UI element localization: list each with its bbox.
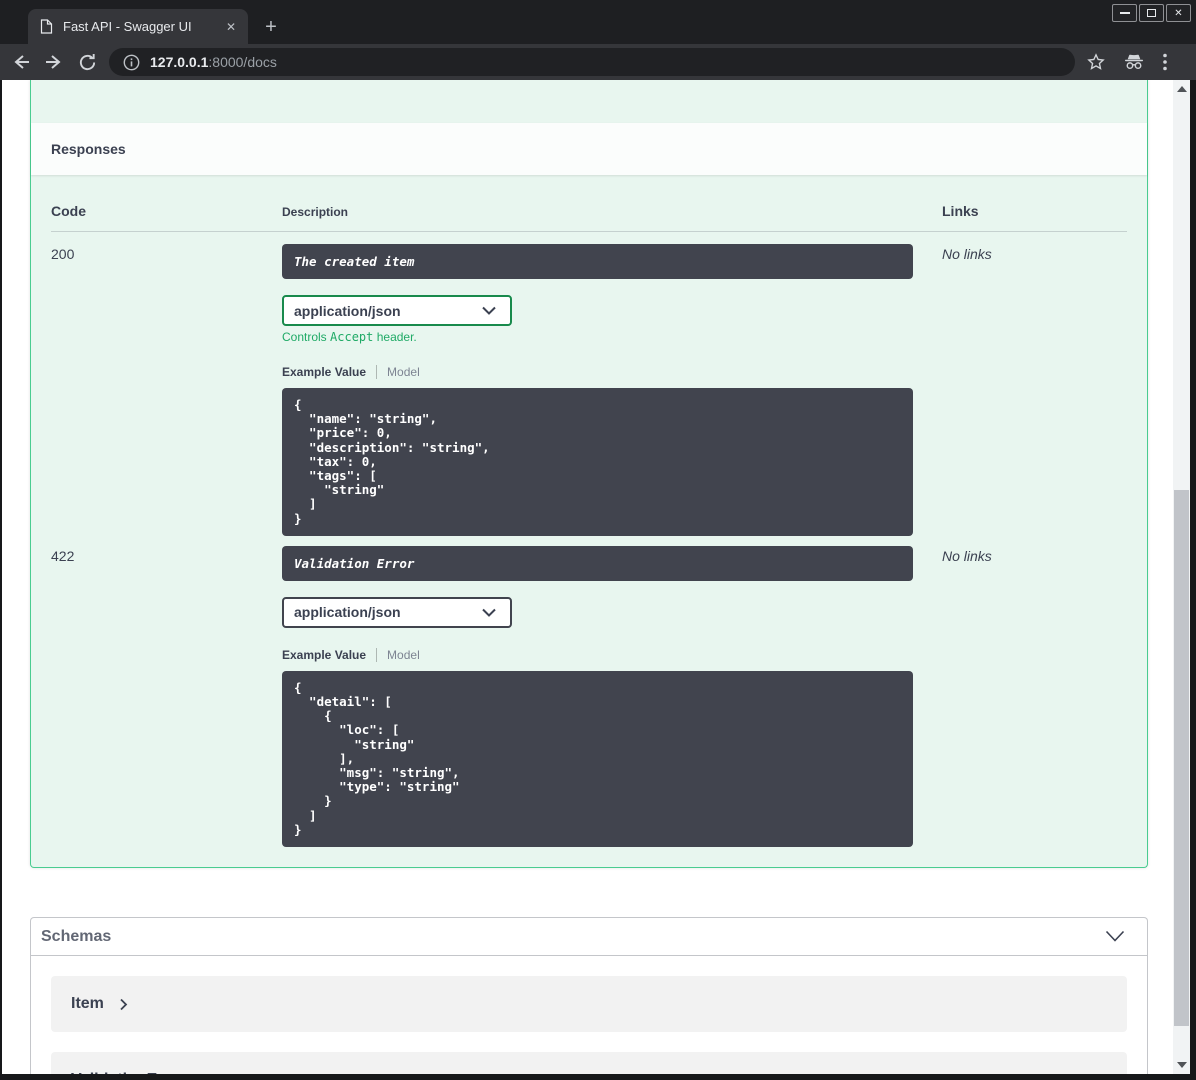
response-description: Validation Error: [282, 545, 913, 581]
url-bar[interactable]: 127.0.0.1:8000/docs: [109, 48, 1075, 76]
description-column-header: Description: [282, 205, 349, 219]
scrollbar-thumb[interactable]: [1174, 490, 1189, 1026]
code-column-header: Code: [51, 203, 86, 219]
browser-tab[interactable]: Fast API - Swagger UI ✕: [28, 9, 248, 44]
responses-title: Responses: [51, 141, 126, 157]
browser-tab-bar: Fast API - Swagger UI ✕ + ✕: [0, 0, 1196, 44]
content-type-value: application/json: [294, 604, 401, 621]
schemas-header[interactable]: Schemas: [31, 918, 1147, 957]
document-icon: [40, 19, 53, 34]
minimize-icon: [1119, 12, 1130, 14]
response-links: No links: [942, 246, 992, 262]
tab-model[interactable]: Model: [387, 365, 420, 379]
responses-table-header: Code Description Links: [51, 195, 1127, 232]
tab-example-value[interactable]: Example Value: [282, 648, 366, 662]
maximize-icon: [1147, 9, 1156, 17]
schemas-section: Schemas Item ValidationError: [30, 917, 1148, 1074]
tab-close-icon[interactable]: ✕: [222, 18, 240, 36]
example-json-block: { "name": "string", "price": 0, "descrip…: [282, 388, 913, 536]
browser-toolbar: 127.0.0.1:8000/docs: [0, 44, 1196, 80]
tab-divider: [376, 647, 378, 662]
chevron-right-icon: [120, 998, 128, 1011]
content-type-select[interactable]: application/json: [282, 596, 512, 628]
reload-button[interactable]: [75, 50, 99, 74]
model-validationerror[interactable]: ValidationError: [51, 1052, 1127, 1074]
maximize-button[interactable]: [1139, 4, 1164, 22]
new-tab-button[interactable]: +: [258, 14, 284, 40]
back-button[interactable]: [9, 50, 33, 74]
content-type-value: application/json: [294, 302, 401, 319]
page-content: Responses Code Description Links 200 The…: [2, 80, 1190, 1074]
close-button[interactable]: ✕: [1166, 4, 1191, 22]
url-host: 127.0.0.1: [150, 54, 209, 70]
tab-example-value[interactable]: Example Value: [282, 365, 366, 379]
response-row-422: 422 Validation Error application/json Ex…: [51, 545, 1127, 848]
model-label: Item: [71, 995, 104, 1013]
chevron-down-icon: [482, 306, 496, 315]
site-info-icon[interactable]: [123, 54, 140, 71]
chevron-down-icon: [482, 608, 496, 617]
forward-button[interactable]: [42, 50, 66, 74]
chevron-down-icon[interactable]: [1105, 930, 1125, 943]
tab-title: Fast API - Swagger UI: [63, 19, 192, 34]
example-model-tabs: Example Value Model: [282, 647, 942, 662]
response-description-cell: Validation Error application/json Exampl…: [282, 545, 942, 848]
page-scrollbar[interactable]: [1173, 80, 1190, 1074]
controls-accept-note: Controls Accept header.: [282, 330, 942, 344]
url-path: :8000/docs: [208, 54, 277, 70]
responses-table: Code Description Links 200 The created i…: [31, 175, 1147, 867]
response-code: 422: [51, 547, 75, 564]
response-code: 200: [51, 246, 75, 262]
response-links: No links: [942, 547, 992, 564]
accept-note-suffix: header.: [373, 330, 417, 344]
opblock-body-spacer: [31, 80, 1147, 123]
toolbar-right: [1087, 53, 1167, 71]
incognito-icon: [1123, 53, 1145, 71]
response-description-cell: The created item application/json Contro…: [282, 244, 942, 536]
url-text: 127.0.0.1:8000/docs: [150, 54, 277, 70]
example-model-tabs: Example Value Model: [282, 365, 942, 379]
minimize-button[interactable]: [1112, 4, 1137, 22]
accept-note-prefix: Controls: [282, 330, 331, 344]
browser-menu-icon[interactable]: [1163, 53, 1167, 71]
example-json-block: { "detail": [ { "loc": [ "string" ], "ms…: [282, 670, 913, 848]
tab-model[interactable]: Model: [387, 648, 420, 662]
window-right-edge: [1190, 80, 1196, 1080]
links-column-header: Links: [942, 203, 979, 219]
schemas-title: Schemas: [41, 927, 112, 945]
accept-note-code: Accept: [330, 330, 374, 344]
post-endpoint-panel: Responses Code Description Links 200 The…: [30, 80, 1148, 869]
example-json: { "detail": [ { "loc": [ "string" ], "ms…: [294, 679, 460, 837]
window-controls: ✕: [1111, 4, 1191, 22]
example-json: { "name": "string", "price": 0, "descrip…: [294, 397, 490, 526]
tab-divider: [376, 365, 378, 379]
response-description: The created item: [282, 244, 913, 279]
responses-section-header: Responses: [31, 123, 1147, 175]
schemas-models: Item ValidationError: [31, 956, 1147, 1074]
content-type-select[interactable]: application/json: [282, 295, 512, 326]
bookmark-star-icon[interactable]: [1087, 53, 1105, 71]
scrollbar-down-arrow-icon[interactable]: [1177, 1062, 1187, 1068]
window-bottom-edge: [0, 1074, 1196, 1080]
scrollbar-up-arrow-icon[interactable]: [1177, 86, 1187, 92]
response-row-200: 200 The created item application/json Co…: [51, 244, 1127, 536]
model-item[interactable]: Item: [51, 976, 1127, 1033]
